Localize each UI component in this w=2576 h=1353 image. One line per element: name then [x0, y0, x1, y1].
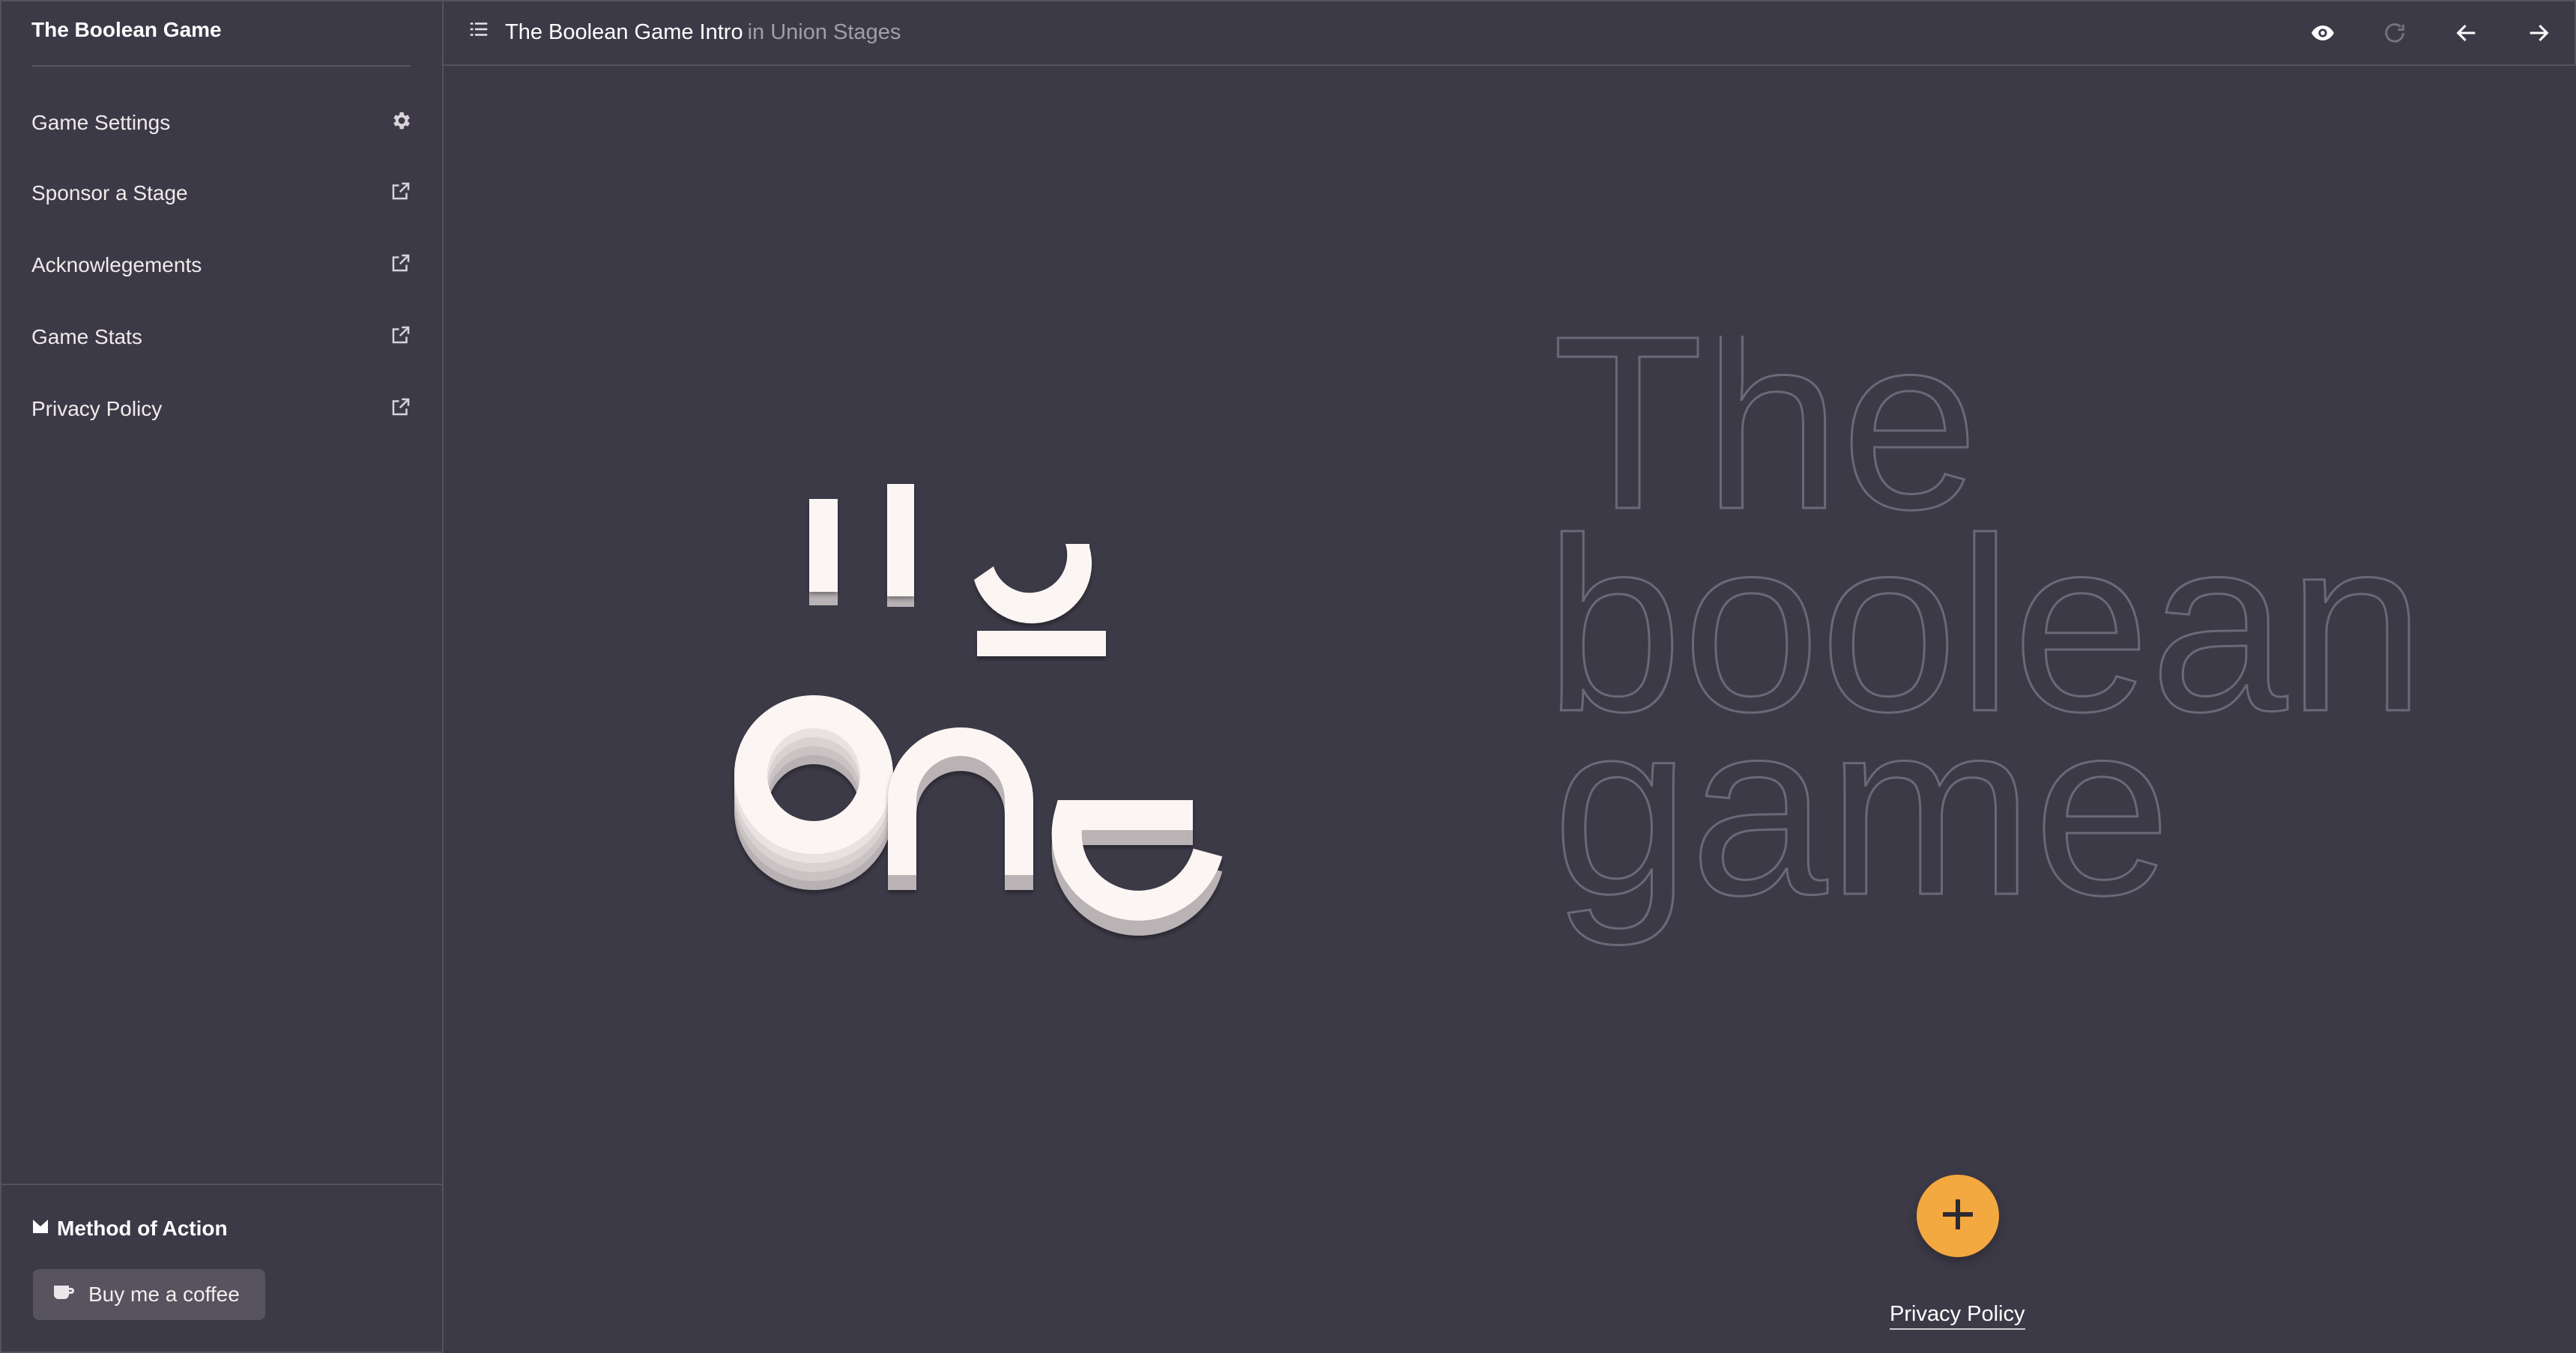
stage-context: in Union Stages: [747, 19, 901, 44]
letter-o: [734, 695, 893, 890]
dash-piece: [977, 631, 1106, 656]
coffee-cup-icon: [52, 1283, 75, 1307]
external-link-icon: [390, 396, 412, 423]
logo-line-3: game: [1552, 670, 2171, 948]
method-of-action-link[interactable]: Method of Action: [31, 1217, 228, 1241]
external-link-icon: [390, 180, 412, 208]
sidebar-footer-divider: [1, 1184, 444, 1185]
sidebar-item-label: Game Stats: [31, 325, 142, 348]
sidebar-item-label: Privacy Policy: [31, 397, 163, 420]
sidebar-item-label: Game Settings: [31, 111, 171, 134]
sidebar-item-label: Sponsor a Stage: [31, 181, 188, 205]
sidebar-item-game-settings[interactable]: Game Settings: [31, 100, 412, 145]
reset-icon[interactable]: [2359, 20, 2431, 46]
breadcrumb: The Boolean Game Intro in Union Stages: [468, 18, 901, 46]
list-icon[interactable]: [468, 18, 490, 46]
top-bar: The Boolean Game Intro in Union Stages: [444, 0, 2576, 66]
gear-icon: [390, 109, 412, 137]
plus-icon: [1935, 1192, 1980, 1241]
arrow-right-icon[interactable]: [2503, 20, 2575, 46]
game-stage: The boolean game Privacy Policy: [444, 66, 2576, 1353]
intro-pieces[interactable]: [728, 426, 1298, 995]
arrow-left-icon[interactable]: [2431, 20, 2503, 46]
sidebar-item-privacy-policy[interactable]: Privacy Policy: [31, 387, 412, 432]
add-button[interactable]: [1917, 1175, 1999, 1257]
eye-icon[interactable]: [2287, 20, 2359, 46]
letter-n: [888, 727, 1033, 890]
sidebar-divider: [31, 65, 411, 67]
app-title: The Boolean Game: [31, 18, 222, 41]
sidebar-item-game-stats[interactable]: Game Stats: [31, 315, 412, 360]
buy-coffee-button[interactable]: Buy me a coffee: [33, 1269, 265, 1320]
sidebar-item-label: Acknowlegements: [31, 253, 202, 276]
method-of-action-logo-icon: [31, 1217, 49, 1241]
toolbar: [2287, 1, 2575, 64]
stage-title: The Boolean Game Intro: [505, 19, 743, 44]
sidebar-item-acknowledgements[interactable]: Acknowlegements: [31, 243, 412, 288]
buy-coffee-label: Buy me a coffee: [88, 1283, 240, 1306]
external-link-icon: [390, 252, 412, 279]
footer-privacy-link[interactable]: Privacy Policy: [1890, 1302, 2025, 1330]
bar-piece-1: [809, 499, 838, 605]
arc-piece: [974, 544, 1092, 624]
method-of-action-label: Method of Action: [57, 1217, 228, 1240]
boolean-game-logo: The boolean game: [1552, 336, 2426, 949]
external-link-icon: [390, 324, 412, 351]
sidebar: The Boolean Game Game Settings Sponsor a…: [0, 0, 444, 1353]
letter-e: [1051, 800, 1223, 936]
sidebar-item-sponsor[interactable]: Sponsor a Stage: [31, 171, 412, 216]
bar-piece-2: [887, 484, 914, 607]
